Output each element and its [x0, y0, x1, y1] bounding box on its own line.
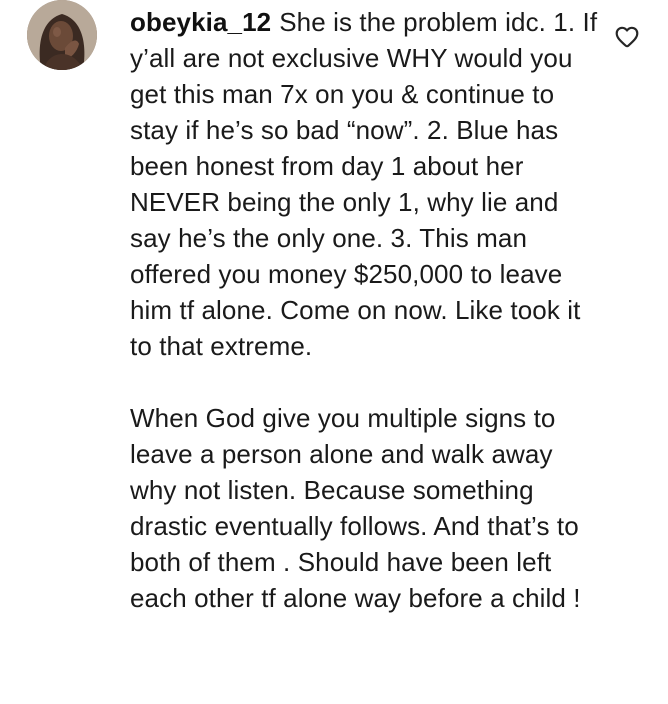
comment-text: obeykia_12 She is the problem idc. 1. If … — [130, 4, 600, 616]
comment-paragraph: When God give you multiple signs to leav… — [130, 400, 600, 616]
like-button[interactable] — [614, 24, 640, 50]
avatar[interactable] — [27, 0, 97, 70]
heart-icon — [615, 26, 639, 48]
avatar-photo — [27, 0, 97, 70]
username-link[interactable]: obeykia_12 — [130, 7, 271, 37]
comment: obeykia_12 She is the problem idc. 1. If … — [0, 0, 668, 704]
comment-paragraph-text: When God give you multiple signs to leav… — [130, 403, 587, 613]
comment-paragraph: obeykia_12 She is the problem idc. 1. If … — [130, 4, 600, 364]
comment-paragraph-text: She is the problem idc. 1. If y’all are … — [130, 7, 605, 361]
